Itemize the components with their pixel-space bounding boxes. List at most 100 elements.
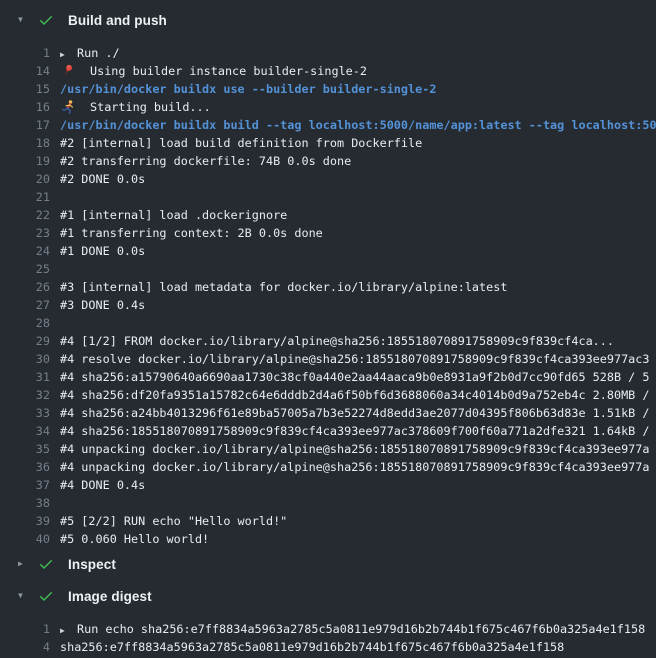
log-line: 36 #4 unpacking docker.io/library/alpine@… [0,458,656,476]
log-line: 33 #4 sha256:a24bb4013296f61e89ba57005a7b… [0,404,656,422]
line-number[interactable]: 15 [0,80,50,98]
line-number[interactable]: 30 [0,350,50,368]
log-line: 15/usr/bin/docker buildx use --builder b… [0,80,656,98]
check-success-icon [38,588,54,604]
log-text: #5 [2/2] RUN echo "Hello world!" [60,512,287,530]
log-text: Using builder instance builder-single-2 [60,62,367,80]
line-number[interactable]: 37 [0,476,50,494]
log-line: 24 #1 DONE 0.0s [0,242,656,260]
log-line: 23 #1 transferring context: 2B 0.0s done [0,224,656,242]
line-number[interactable]: 29 [0,332,50,350]
log-text: ▶Run echo sha256:e7ff8834a5963a2785c5a08… [60,620,645,638]
log-text-value: #1 transferring context: 2B 0.0s done [60,226,323,240]
chevron-down-icon[interactable]: ▼ [18,580,30,612]
runner-icon [60,99,75,114]
log-text: #2 [internal] load build definition from… [60,134,422,152]
log-text: #4 sha256:a24bb4013296f61e89ba57005a7b3e… [60,404,650,422]
log-line: 16 Starting build... [0,98,656,116]
log-text-value: #4 DONE 0.4s [60,478,145,492]
log-text: #4 unpacking docker.io/library/alpine@sh… [60,440,650,458]
line-number[interactable]: 23 [0,224,50,242]
line-number[interactable]: 36 [0,458,50,476]
expand-group-play-icon[interactable]: ▶ [60,46,77,62]
line-number[interactable]: 32 [0,386,50,404]
log-line: 21 [0,188,656,206]
line-number[interactable]: 40 [0,530,50,548]
section-image-digest: ▼ Image digest 1 ▶Run echo sha256:e7ff8834a… [0,580,656,656]
log-line: 30 #4 resolve docker.io/library/alpine@sh… [0,350,656,368]
log-text-value: #3 DONE 0.4s [60,298,145,312]
log-line: 1 ▶Run ./ [0,44,656,62]
section-header-inspect[interactable]: ▶Inspect [0,548,656,580]
log-text: Starting build... [60,98,211,116]
section-log-body: 1 ▶Run echo sha256:e7ff8834a5963a2785c5a0… [0,612,656,656]
section-title: Build and push [68,13,167,28]
log-text-value: #1 [internal] load .dockerignore [60,208,287,222]
section-log-body: 1 ▶Run ./ 14 Using builder instance builder… [0,36,656,548]
line-number[interactable]: 19 [0,152,50,170]
line-number[interactable]: 25 [0,260,50,278]
check-success-icon [38,556,54,572]
log-text: #4 resolve docker.io/library/alpine@sha2… [60,350,650,368]
log-text-value: #4 sha256:a24bb4013296f61e89ba57005a7b3e… [60,406,650,420]
log-text-value: #4 sha256:185518070891758909c9f839cf4ca3… [60,424,650,438]
log-line: 31 #4 sha256:a15790640a6690aa1730c38cf0a4… [0,368,656,386]
log-line: 27 #3 DONE 0.4s [0,296,656,314]
log-text: #4 sha256:185518070891758909c9f839cf4ca3… [60,422,650,440]
log-line: 4sha256:e7ff8834a5963a2785c5a0811e979d16… [0,638,656,656]
log-text-value: #2 DONE 0.0s [60,172,145,186]
log-text: #3 [internal] load metadata for docker.i… [60,278,507,296]
log-text-value: #4 sha256:df20fa9351a15782c64e6dddb2d4a6… [60,388,650,402]
line-number[interactable]: 16 [0,98,50,116]
log-line: 34 #4 sha256:185518070891758909c9f839cf4c… [0,422,656,440]
log-text: #4 sha256:df20fa9351a15782c64e6dddb2d4a6… [60,386,650,404]
log-text-value: #4 sha256:a15790640a6690aa1730c38cf0a440… [60,370,650,384]
section-title: Image digest [68,589,152,604]
log-text-value: #5 0.060 Hello world! [60,532,209,546]
line-number[interactable]: 39 [0,512,50,530]
line-number[interactable]: 20 [0,170,50,188]
log-text: #5 0.060 Hello world! [60,530,209,548]
log-text-value: #5 [2/2] RUN echo "Hello world!" [60,514,287,528]
log-text-value: #1 DONE 0.0s [60,244,145,258]
log-line: 18 #2 [internal] load build definition fr… [0,134,656,152]
log-line: 1 ▶Run echo sha256:e7ff8834a5963a2785c5a0… [0,620,656,638]
log-text-value: #4 unpacking docker.io/library/alpine@sh… [60,460,650,474]
chevron-right-icon[interactable]: ▶ [18,548,30,580]
log-line: 35 #4 unpacking docker.io/library/alpine@… [0,440,656,458]
line-number[interactable]: 21 [0,188,50,206]
line-number[interactable]: 38 [0,494,50,512]
line-number[interactable]: 14 [0,62,50,80]
line-number[interactable]: 22 [0,206,50,224]
line-number[interactable]: 35 [0,440,50,458]
log-text-value: Run echo sha256:e7ff8834a5963a2785c5a081… [77,622,645,636]
line-number[interactable]: 18 [0,134,50,152]
line-number[interactable]: 27 [0,296,50,314]
expand-group-play-icon[interactable]: ▶ [60,622,77,638]
line-number[interactable]: 33 [0,404,50,422]
line-number[interactable]: 28 [0,314,50,332]
line-number[interactable]: 31 [0,368,50,386]
log-text-value: Using builder instance builder-single-2 [90,64,367,78]
log-line: 19#2 transferring dockerfile: 74B 0.0s d… [0,152,656,170]
command-log-text: /usr/bin/docker buildx build --tag local… [60,116,656,134]
log-text: ▶Run ./ [60,44,120,62]
log-text-value: #4 unpacking docker.io/library/alpine@sh… [60,442,650,456]
log-text-value: Starting build... [90,100,211,114]
chevron-down-icon[interactable]: ▼ [18,4,30,36]
check-success-icon [38,12,54,28]
section-header-build-and-push[interactable]: ▼ Build and push [0,4,656,36]
line-number[interactable]: 1 [0,44,50,62]
line-number[interactable]: 1 [0,620,50,638]
line-number[interactable]: 34 [0,422,50,440]
log-text-value: /usr/bin/docker buildx use --builder bui… [60,82,436,96]
log-text: #4 sha256:a15790640a6690aa1730c38cf0a440… [60,368,650,386]
line-number[interactable]: 24 [0,242,50,260]
line-number[interactable]: 26 [0,278,50,296]
log-line: 40 #5 0.060 Hello world! [0,530,656,548]
log-line: 14 Using builder instance builder-single-… [0,62,656,80]
line-number[interactable]: 4 [0,638,50,656]
log-text-value: #2 [internal] load build definition from… [60,136,422,150]
line-number[interactable]: 17 [0,116,50,134]
section-header-image-digest[interactable]: ▼ Image digest [0,580,656,612]
